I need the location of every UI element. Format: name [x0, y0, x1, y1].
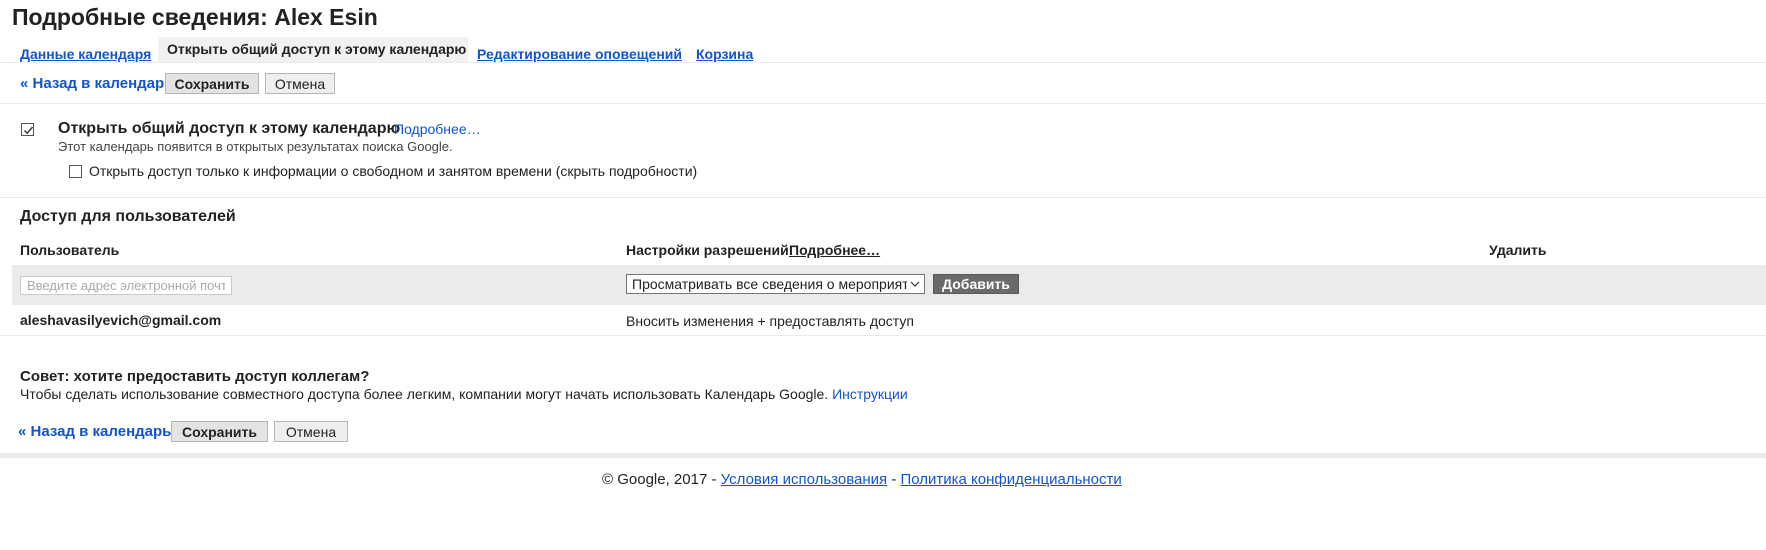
delete-column-header: Удалить: [1489, 242, 1547, 258]
permissions-column-header: Настройки разрешений: [626, 242, 789, 258]
public-share-divider: [0, 197, 1766, 198]
tab-trash[interactable]: Корзина: [696, 46, 753, 62]
save-button[interactable]: Сохранить: [165, 73, 259, 94]
page-title: Подробные сведения: Alex Esin: [12, 4, 378, 30]
freebusy-label: Открыть доступ только к информации о сво…: [89, 163, 698, 179]
tip-instructions-link[interactable]: Инструкции: [832, 386, 908, 402]
cancel-button[interactable]: Отмена: [265, 73, 335, 94]
toolbar-divider: [0, 103, 1766, 104]
user-row-divider: [0, 335, 1766, 336]
footer-divider: [0, 453, 1766, 458]
shared-user-email: aleshavasilyevich@gmail.com: [20, 312, 222, 328]
permission-select[interactable]: Просматривать все сведения о мероприятия…: [626, 274, 925, 294]
shared-user-permission: Вносить изменения + предоставлять доступ: [626, 313, 914, 329]
freebusy-checkbox[interactable]: [69, 165, 82, 178]
public-share-label: Открыть общий доступ к этому календарю: [58, 120, 401, 137]
public-share-more-link[interactable]: Подробнее…: [394, 121, 481, 137]
tip-text: Чтобы сделать использование совместного …: [20, 386, 829, 402]
tab-share-calendar[interactable]: Открыть общий доступ к этому календарю: [158, 37, 468, 63]
tabs-divider: [0, 62, 1766, 63]
tab-calendar-details[interactable]: Данные календаря: [20, 46, 151, 62]
footer: © Google, 2017 - Условия использования -…: [602, 471, 1122, 488]
add-user-button[interactable]: Добавить: [933, 274, 1019, 294]
save-button-bottom[interactable]: Сохранить: [171, 421, 268, 442]
chevron-down-icon: [910, 281, 920, 287]
permission-select-value: Просматривать все сведения о мероприятия…: [632, 276, 907, 292]
tip-title: Совет: хотите предоставить доступ коллег…: [20, 368, 370, 385]
user-access-title: Доступ для пользователей: [20, 208, 236, 225]
back-to-calendar-link-bottom[interactable]: « Назад в календарь: [18, 423, 171, 440]
email-input[interactable]: [20, 276, 232, 295]
cancel-button-bottom[interactable]: Отмена: [274, 421, 348, 442]
public-share-checkbox[interactable]: [21, 123, 34, 136]
privacy-link[interactable]: Политика конфиденциальности: [900, 471, 1121, 488]
terms-link[interactable]: Условия использования: [721, 471, 888, 488]
back-to-calendar-link[interactable]: « Назад в календарь: [20, 75, 173, 92]
user-column-header: Пользователь: [20, 242, 120, 258]
tab-edit-notifications[interactable]: Редактирование оповещений: [477, 46, 682, 62]
permissions-more-link[interactable]: Подробнее…: [789, 242, 880, 258]
footer-separator: -: [891, 471, 897, 488]
public-share-description: Этот календарь появится в открытых резул…: [58, 139, 453, 154]
checkmark-icon: [24, 126, 34, 135]
tip-text-line: Чтобы сделать использование совместного …: [20, 386, 908, 402]
footer-copyright: © Google, 2017 -: [602, 471, 717, 488]
